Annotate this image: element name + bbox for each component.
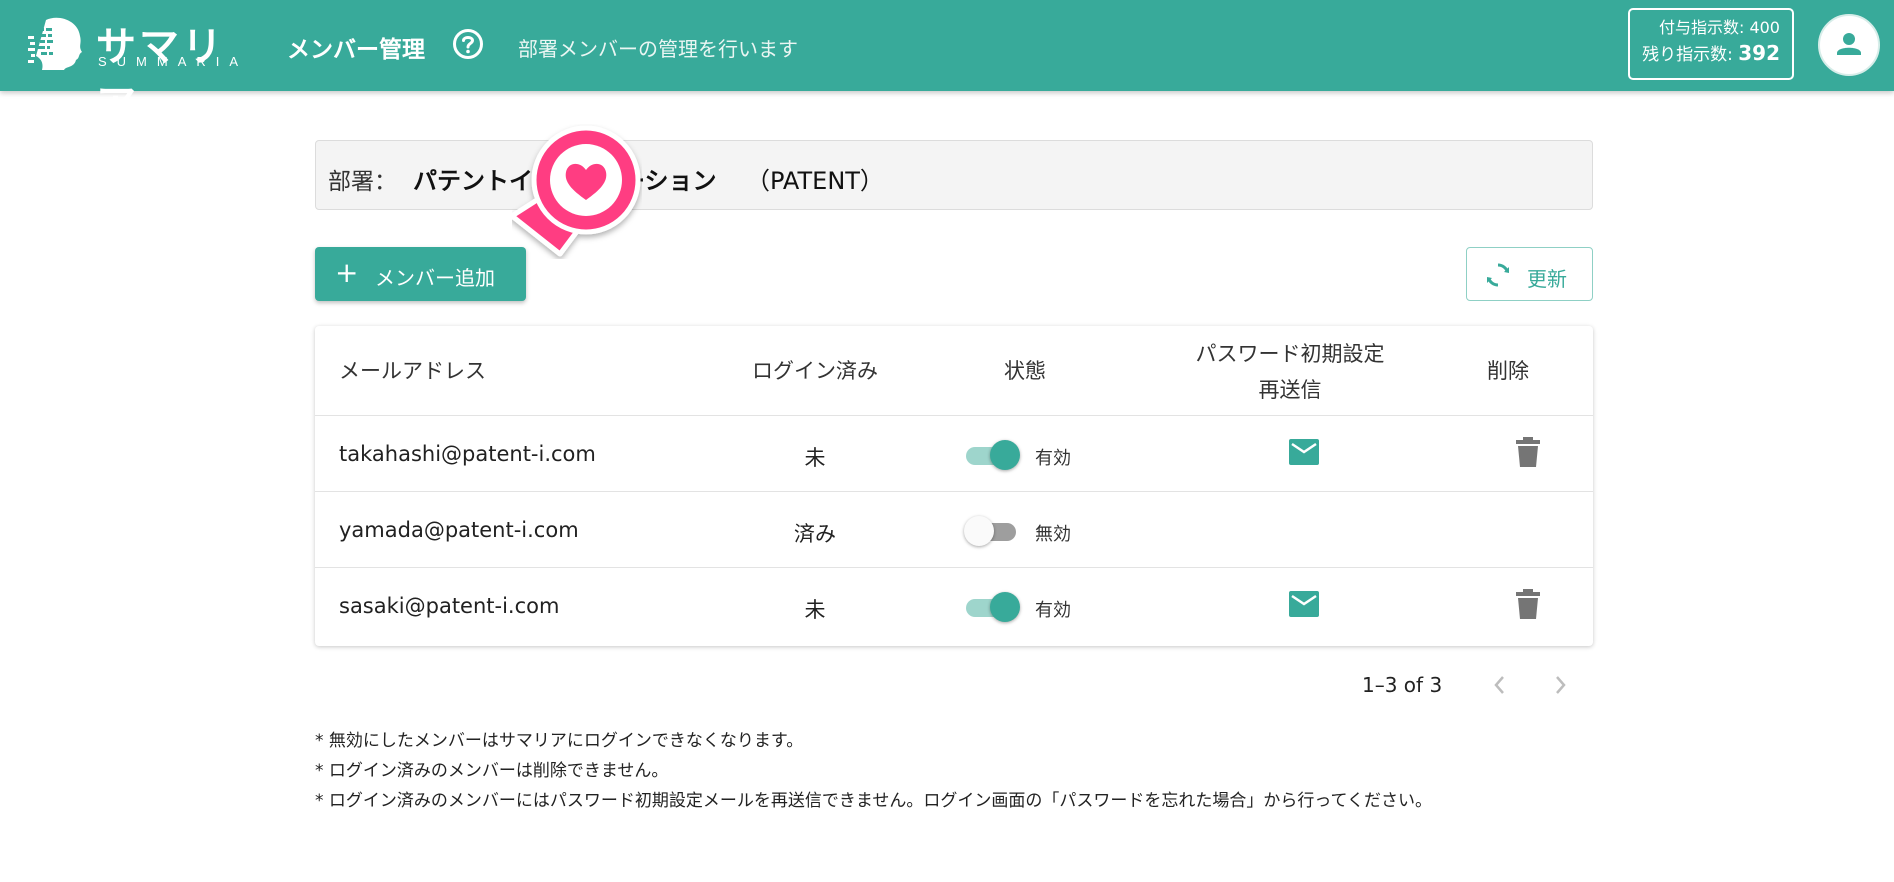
column-header-resend-line2: 再送信: [1258, 378, 1322, 402]
divider: [315, 491, 1593, 492]
refresh-icon: [1487, 263, 1509, 287]
summaria-logo[interactable]: サマリア SUMMARIA: [28, 16, 243, 128]
quota-remaining-label: 残り指示数:: [1642, 45, 1733, 65]
person-icon: [1837, 33, 1861, 55]
note-text: * 無効にしたメンバーはサマリアにログインできなくなります。: [315, 731, 804, 751]
column-header-status: 状態: [1004, 359, 1046, 383]
resend-mail-icon[interactable]: [1289, 591, 1319, 617]
status-label: 無効: [1035, 524, 1071, 545]
divider: [315, 415, 1593, 416]
note-text: * ログイン済みのメンバーは削除できません。: [315, 761, 669, 781]
delete-trash-icon[interactable]: [1515, 589, 1541, 619]
chevron-left-icon[interactable]: [1490, 672, 1510, 698]
app-header: サマリア SUMMARIA メンバー管理 部署メンバーの管理を行います 付与指示…: [0, 0, 1894, 128]
page-title: メンバー管理: [287, 37, 425, 63]
column-header-resend-line1: パスワード初期設定: [1195, 342, 1385, 366]
quota-remaining: 残り指示数: 392: [1630, 38, 1780, 70]
resend-mail-icon[interactable]: [1289, 439, 1319, 465]
row-email: yamada@patent-i.com: [339, 518, 579, 542]
status-toggle[interactable]: [964, 590, 1020, 624]
logo-subtext: SUMMARIA: [98, 54, 249, 69]
logo-head-icon: [28, 17, 82, 70]
department-code: （PATENT）: [746, 167, 884, 195]
toggle-knob: [964, 516, 994, 546]
quota-granted: 付与指示数: 400: [1658, 18, 1780, 37]
column-header-delete: 削除: [1487, 359, 1529, 383]
status-label: 有効: [1035, 448, 1071, 469]
status-toggle[interactable]: [964, 514, 1020, 548]
add-member-button[interactable]: + メンバー追加: [315, 247, 526, 301]
department-label: 部署：: [328, 169, 397, 195]
chevron-right-icon[interactable]: [1550, 672, 1570, 698]
pagination-range: 1–3 of 3: [1362, 673, 1443, 697]
quota-box: 付与指示数: 400 残り指示数: 392: [1628, 8, 1794, 80]
status-label: 有効: [1035, 600, 1071, 621]
quota-remaining-value: 392: [1738, 41, 1780, 65]
heart-pin-marker-icon: [512, 125, 641, 257]
members-table: メールアドレス ログイン済み 状態 パスワード初期設定 再送信 削除 takah…: [315, 326, 1593, 646]
row-email: takahashi@patent-i.com: [339, 442, 596, 466]
add-member-label: メンバー追加: [375, 266, 495, 290]
account-avatar-button[interactable]: [1818, 14, 1880, 76]
status-toggle[interactable]: [964, 438, 1020, 472]
row-logged-in: 済み: [794, 522, 836, 546]
help-icon[interactable]: [452, 28, 484, 60]
refresh-button[interactable]: 更新: [1466, 247, 1593, 301]
column-header-logged-in: ログイン済み: [752, 359, 878, 383]
row-logged-in: 未: [804, 598, 826, 622]
row-logged-in: 未: [804, 446, 826, 470]
row-email: sasaki@patent-i.com: [339, 594, 560, 618]
toggle-knob: [990, 592, 1020, 622]
toggle-knob: [990, 440, 1020, 470]
divider: [315, 567, 1593, 568]
delete-trash-icon[interactable]: [1515, 437, 1541, 467]
note-text: * ログイン済みのメンバーにはパスワード初期設定メールを再送信できません。ログイ…: [315, 791, 1433, 811]
department-bar: 部署： パテントイ ーション （PATENT）: [315, 140, 1593, 210]
column-header-email: メールアドレス: [339, 359, 486, 383]
page-description: 部署メンバーの管理を行います: [518, 37, 798, 61]
plus-icon: +: [335, 256, 359, 289]
refresh-label: 更新: [1527, 267, 1567, 291]
logo-text: サマリア: [96, 24, 225, 128]
